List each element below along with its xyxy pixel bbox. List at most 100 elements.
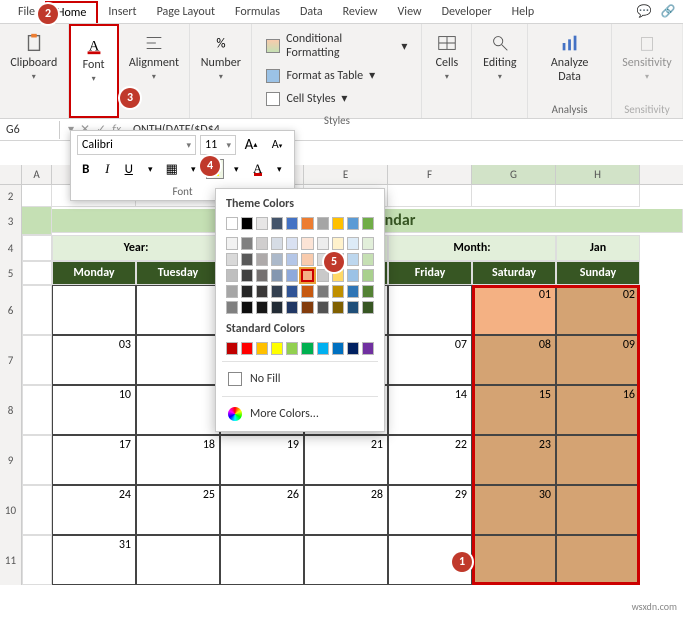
tab-data[interactable]: Data xyxy=(290,2,333,22)
color-swatch[interactable] xyxy=(256,237,268,250)
fill-color-caret[interactable]: ▾ xyxy=(228,159,246,179)
font-button[interactable]: A Font ▾ xyxy=(77,30,111,88)
color-swatch[interactable] xyxy=(271,342,283,355)
row-header-2[interactable]: 2 xyxy=(0,185,22,207)
font-size-combo[interactable]: 11▾ xyxy=(200,135,236,155)
color-swatch[interactable] xyxy=(301,342,313,355)
color-swatch[interactable] xyxy=(301,217,313,230)
color-swatch[interactable] xyxy=(286,269,298,282)
color-swatch[interactable] xyxy=(301,269,313,282)
row-header-5[interactable]: 5 xyxy=(0,261,22,285)
color-swatch[interactable] xyxy=(362,217,374,230)
color-swatch[interactable] xyxy=(347,301,359,314)
row-header-3[interactable]: 3 xyxy=(0,207,22,235)
color-swatch[interactable] xyxy=(332,342,344,355)
conditional-formatting-button[interactable]: Conditional Formatting ▾ xyxy=(262,30,411,62)
color-swatch[interactable] xyxy=(271,285,283,298)
tab-view[interactable]: View xyxy=(388,2,432,22)
color-swatch[interactable] xyxy=(256,342,268,355)
color-swatch[interactable] xyxy=(286,217,298,230)
color-swatch[interactable] xyxy=(241,285,253,298)
no-fill-item[interactable]: No Fill xyxy=(226,368,374,390)
share-icon[interactable]: 🔗 xyxy=(659,3,677,21)
month-label[interactable]: Month: xyxy=(388,235,556,261)
color-swatch[interactable] xyxy=(301,301,313,314)
color-swatch[interactable] xyxy=(301,237,313,250)
color-swatch[interactable] xyxy=(362,237,374,250)
col-header-f[interactable]: F xyxy=(388,165,472,184)
color-swatch[interactable] xyxy=(256,269,268,282)
bold-button[interactable]: B xyxy=(77,159,95,179)
color-swatch[interactable] xyxy=(286,237,298,250)
col-header-g[interactable]: G xyxy=(472,165,556,184)
tab-developer[interactable]: Developer xyxy=(432,2,502,22)
hdr-monday[interactable]: Monday xyxy=(52,261,136,285)
color-swatch[interactable] xyxy=(226,269,238,282)
color-swatch[interactable] xyxy=(226,301,238,314)
select-all-corner[interactable] xyxy=(0,165,22,184)
font-color-caret[interactable]: ▾ xyxy=(271,159,289,179)
analyze-data-button[interactable]: Analyze Data xyxy=(534,28,605,88)
color-swatch[interactable] xyxy=(256,301,268,314)
year-label[interactable]: Year: xyxy=(52,235,220,261)
color-swatch[interactable] xyxy=(317,269,329,282)
tab-formulas[interactable]: Formulas xyxy=(225,2,290,22)
row-header-9[interactable]: 9 xyxy=(0,435,22,485)
color-swatch[interactable] xyxy=(317,285,329,298)
font-name-combo[interactable]: Calibri▾ xyxy=(77,135,196,155)
color-swatch[interactable] xyxy=(362,269,374,282)
color-swatch[interactable] xyxy=(226,285,238,298)
color-swatch[interactable] xyxy=(241,269,253,282)
row-header-8[interactable]: 8 xyxy=(0,385,22,435)
row-header-7[interactable]: 7 xyxy=(0,335,22,385)
color-swatch[interactable] xyxy=(271,217,283,230)
italic-button[interactable]: I xyxy=(99,159,117,179)
color-swatch[interactable] xyxy=(347,269,359,282)
color-swatch[interactable] xyxy=(317,217,329,230)
cell-styles-button[interactable]: Cell Styles ▾ xyxy=(262,89,351,108)
color-swatch[interactable] xyxy=(301,253,313,266)
tab-insert[interactable]: Insert xyxy=(98,2,146,22)
color-swatch[interactable] xyxy=(362,253,374,266)
color-swatch[interactable] xyxy=(241,217,253,230)
color-swatch[interactable] xyxy=(241,301,253,314)
underline-button[interactable]: U xyxy=(120,159,138,179)
color-swatch[interactable] xyxy=(271,301,283,314)
color-swatch[interactable] xyxy=(226,253,238,266)
color-swatch[interactable] xyxy=(241,237,253,250)
month-value[interactable]: Jan xyxy=(556,235,640,261)
col-header-e[interactable]: E xyxy=(304,165,388,184)
color-swatch[interactable] xyxy=(286,342,298,355)
font-color-button[interactable]: A xyxy=(249,159,267,179)
tab-review[interactable]: Review xyxy=(333,2,388,22)
increase-font-icon[interactable]: A▴ xyxy=(240,135,262,155)
format-as-table-button[interactable]: Format as Table ▾ xyxy=(262,66,379,85)
color-swatch[interactable] xyxy=(362,301,374,314)
underline-caret[interactable]: ▾ xyxy=(142,159,160,179)
cells-button[interactable]: Cells ▾ xyxy=(430,28,465,86)
color-swatch[interactable] xyxy=(362,342,374,355)
col-header-h[interactable]: H xyxy=(556,165,640,184)
color-swatch[interactable] xyxy=(347,217,359,230)
color-swatch[interactable] xyxy=(347,253,359,266)
color-swatch[interactable] xyxy=(301,285,313,298)
color-swatch[interactable] xyxy=(317,342,329,355)
row-header-11[interactable]: 11 xyxy=(0,535,22,585)
borders-caret[interactable]: ▾ xyxy=(185,159,203,179)
color-swatch[interactable] xyxy=(317,301,329,314)
alignment-button[interactable]: Alignment ▾ xyxy=(123,28,185,86)
color-swatch[interactable] xyxy=(241,253,253,266)
row-header-10[interactable]: 10 xyxy=(0,485,22,535)
hdr-tuesday[interactable]: Tuesday xyxy=(136,261,220,285)
color-swatch[interactable] xyxy=(332,285,344,298)
row-header-6[interactable]: 6 xyxy=(0,285,22,335)
editing-button[interactable]: Editing ▾ xyxy=(477,28,522,86)
color-swatch[interactable] xyxy=(256,253,268,266)
row-header-4[interactable]: 4 xyxy=(0,235,22,261)
color-swatch[interactable] xyxy=(226,217,238,230)
color-swatch[interactable] xyxy=(332,237,344,250)
more-colors-item[interactable]: More Colors... xyxy=(226,403,374,425)
color-swatch[interactable] xyxy=(286,285,298,298)
color-swatch[interactable] xyxy=(332,301,344,314)
color-swatch[interactable] xyxy=(241,342,253,355)
